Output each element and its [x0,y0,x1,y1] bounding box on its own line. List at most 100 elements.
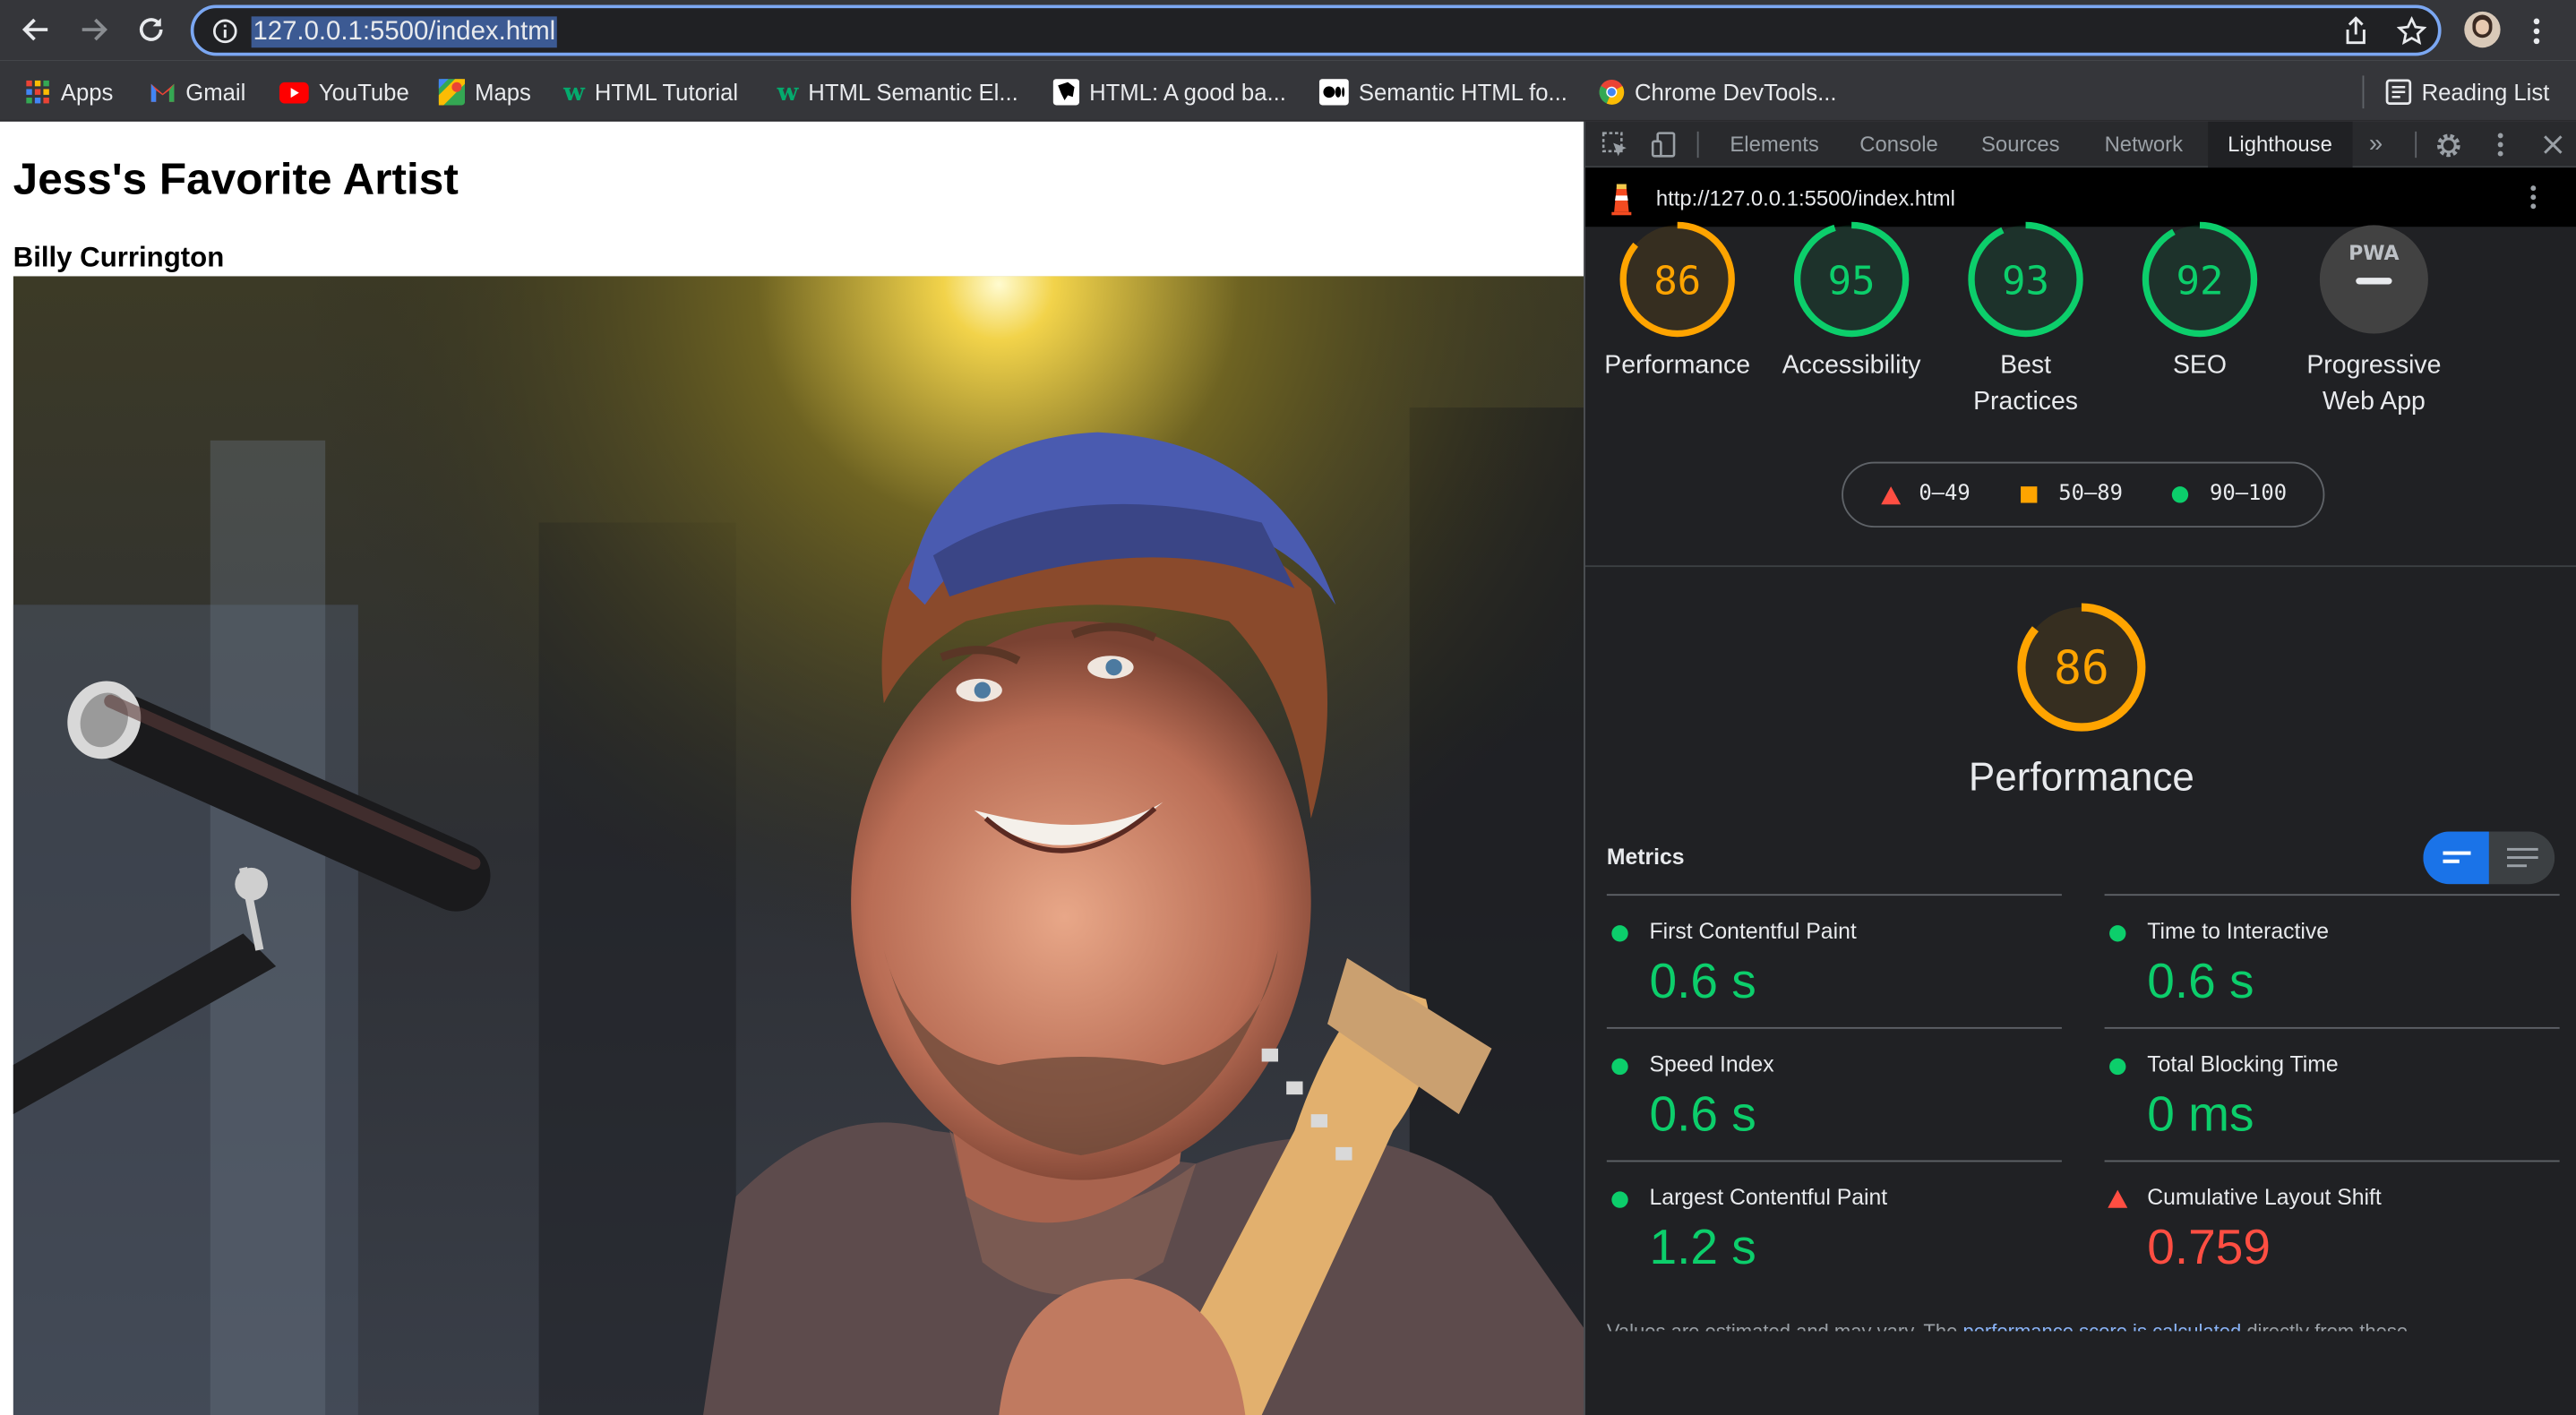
performance-score-value: 86 [2054,641,2109,695]
close-devtools-icon[interactable] [2541,133,2564,165]
score-gauge-ring: 93 [1968,221,2083,338]
metric-speed-index: Speed Index 0.6 s [1606,1026,2062,1161]
bookmark-label: Gmail [185,79,246,106]
bookmark-semantic-html-medium[interactable]: Semantic HTML fo... [1318,75,1567,108]
bookmark-youtube[interactable]: YouTube [279,75,409,108]
apps-grid-icon [26,80,49,104]
detailed-view-icon[interactable] [2506,845,2538,870]
artist-photo [13,276,1584,1415]
metric-name: Total Blocking Time [2147,1051,2339,1076]
chrome-icon [1599,80,1625,105]
artist-name: Billy Currington [13,241,225,273]
bookmark-maps[interactable]: Maps [438,75,531,108]
gauge-best-practices[interactable]: 93 Best Practices [1967,220,2085,416]
metrics-title: Metrics [1606,845,1685,870]
fail-triangle-icon [1881,486,1902,505]
report-menu-icon[interactable] [2529,184,2538,219]
lighthouse-logo-icon [1609,183,1635,224]
address-bar[interactable]: 127.0.0.1:5500/index.html [190,4,2442,56]
bookmark-html-tutorial[interactable]: w HTML Tutorial [563,75,738,108]
report-url: http://127.0.0.1:5500/index.html [1655,185,1955,210]
metrics-view-toggle[interactable] [2423,831,2555,885]
back-button[interactable] [15,8,58,51]
tab-sources[interactable]: Sources [1981,122,2059,167]
bookmark-label: Apps [60,79,114,106]
bookmark-chrome-devtools[interactable]: Chrome DevTools... [1599,75,1837,108]
metric-value: 0 ms [2147,1087,2254,1143]
metric-first-contentful-paint: First Contentful Paint 0.6 s [1606,894,2062,1027]
forward-arrow-icon [82,18,107,41]
metric-value: 0.6 s [1649,1087,1756,1143]
browser-menu-icon[interactable] [2531,16,2541,46]
devtools-tab-bar: Elements Console Sources Network Lightho… [1584,121,2576,168]
browser-window: 127.0.0.1:5500/index.html Apps Gmail You… [0,0,2576,1415]
devtools-menu-icon[interactable] [2495,132,2505,167]
tab-elements[interactable]: Elements [1730,122,1818,167]
reload-icon [139,18,163,41]
bookmark-label: Maps [475,79,531,106]
pass-circle-icon [1611,1058,1628,1076]
pass-circle-icon [2171,486,2189,503]
tab-network[interactable]: Network [2105,122,2183,167]
metric-largest-contentful-paint: Largest Contentful Paint 1.2 s [1606,1160,2062,1294]
device-toolbar-icon[interactable] [1651,132,1677,167]
average-square-icon [2021,486,2038,503]
score-legend: 0–49 50–89 90–100 [1842,461,2325,528]
bookmark-gmail[interactable]: Gmail [150,75,245,108]
score-gauge-ring: 86 [1619,221,1735,338]
tab-console[interactable]: Console [1859,122,1937,167]
gauge-performance[interactable]: 86 Performance [1604,220,1750,380]
url-text[interactable]: 127.0.0.1:5500/index.html [251,16,558,48]
share-icon[interactable] [2340,15,2373,48]
medium-icon [1318,79,1349,106]
browser-toolbar: 127.0.0.1:5500/index.html [0,0,2576,61]
site-info-icon[interactable] [209,15,242,48]
settings-gear-icon[interactable] [2434,132,2462,167]
reading-list-label: Reading List [2421,79,2550,106]
reading-list-button[interactable]: Reading List [2385,75,2549,108]
bookmark-mdn[interactable]: HTML: A good ba... [1052,75,1286,108]
bookmark-apps[interactable]: Apps [25,75,114,108]
performance-gauge-large: 86 [2016,602,2148,733]
gauge-accessibility[interactable]: 95 Accessibility [1782,220,1921,380]
score-gauge-ring: PWA [2319,225,2428,334]
pwa-badge-text: PWA [2348,243,2399,265]
legend-fail-range: 0–49 [1919,481,1971,507]
bookmark-html-semantic[interactable]: w HTML Semantic El... [777,75,1018,108]
bookmarks-bar: Apps Gmail YouTube Maps w HTML Tutorial … [0,60,2576,122]
metric-name: Largest Contentful Paint [1649,1185,1888,1210]
inspect-element-icon[interactable] [1601,132,1627,167]
summary-view-icon [2443,851,2471,863]
profile-avatar[interactable] [2464,11,2501,48]
page-viewport: Jess's Favorite Artist Billy Currington [0,121,1584,1415]
gauge-progressive-web-app[interactable]: PWA Progressive Web App [2306,220,2441,416]
metric-time-to-interactive: Time to Interactive 0.6 s [2104,894,2560,1027]
more-tabs-icon[interactable]: » [2369,130,2383,158]
performance-gauge-ring: 86 [2017,603,2146,732]
bookmark-label: Semantic HTML fo... [1358,79,1567,106]
footnote-text: Values are estimated and may vary. The [1606,1319,1963,1332]
metric-value: 0.759 [2147,1221,2271,1276]
reload-button[interactable] [130,8,173,51]
metrics-footnote: Values are estimated and may vary. The p… [1606,1311,2576,1332]
bookmark-label: HTML: A good ba... [1089,79,1286,106]
tab-lighthouse[interactable]: Lighthouse [2208,121,2352,168]
section-divider [1584,565,2576,568]
metric-name: Cumulative Layout Shift [2147,1185,2382,1210]
lighthouse-report-bar: http://127.0.0.1:5500/index.html [1584,167,2576,227]
bookmark-star-icon[interactable] [2395,15,2428,48]
pass-circle-icon [2109,1058,2126,1076]
fail-triangle-icon [2108,1189,2128,1208]
toggle-summary-view[interactable] [2423,831,2489,885]
score-value: 86 [1653,258,1701,304]
performance-score-link[interactable]: performance score is calculated [1962,1320,2241,1332]
youtube-icon [279,81,309,103]
page-heading: Jess's Favorite Artist [13,154,459,204]
score-gauge-ring: 92 [2142,221,2258,338]
footnote-text: directly from these [2241,1319,2409,1332]
gauge-label: Progressive Web App [2306,351,2442,416]
metric-name: Time to Interactive [2147,918,2330,944]
gauge-seo[interactable]: 92 SEO [2141,220,2259,380]
metric-name: Speed Index [1649,1051,1774,1076]
forward-button[interactable] [73,8,116,51]
